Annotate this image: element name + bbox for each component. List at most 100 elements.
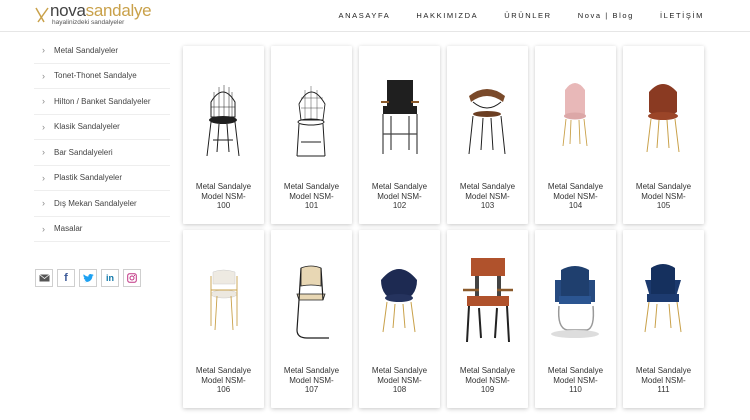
product-title[interactable]: Metal Sandalye Model NSM- 100 <box>183 182 264 211</box>
product-title-line: Metal Sandalye <box>459 366 516 375</box>
email-icon[interactable] <box>35 269 53 287</box>
chevron-right-icon: › <box>42 223 45 234</box>
product-title-line: Metal Sandalye <box>547 366 604 375</box>
product-image[interactable] <box>365 52 434 176</box>
product-card[interactable]: Metal Sandalye Model NSM- 111 <box>623 230 704 408</box>
product-title[interactable]: Metal Sandalye Model NSM- 107 <box>271 366 352 395</box>
sidebar-item-bar[interactable]: › Bar Sandalyeleri <box>34 140 170 166</box>
product-title[interactable]: Metal Sandalye Model NSM- 109 <box>447 366 528 395</box>
chevron-right-icon: › <box>42 70 45 81</box>
product-title[interactable]: Metal Sandalye Model NSM- 108 <box>359 366 440 395</box>
twitter-icon[interactable] <box>79 269 97 287</box>
product-title[interactable]: Metal Sandalye Model NSM- 110 <box>535 366 616 395</box>
chevron-right-icon: › <box>42 172 45 183</box>
product-title[interactable]: Metal Sandalye Model NSM- 102 <box>359 182 440 211</box>
product-card[interactable]: Metal Sandalye Model NSM- 106 <box>183 230 264 408</box>
sidebar-item-label: Masalar <box>54 224 83 234</box>
linkedin-icon[interactable]: in <box>101 269 119 287</box>
sidebar-item-tonet[interactable]: › Tonet-Thonet Sandalye <box>34 64 170 89</box>
product-image[interactable] <box>629 52 698 176</box>
product-image[interactable] <box>453 52 522 176</box>
product-title-line: Metal Sandalye <box>635 366 692 375</box>
nav-products[interactable]: ÜRÜNLER <box>504 11 551 20</box>
product-card[interactable]: Metal Sandalye Model NSM- 103 <box>447 46 528 224</box>
product-title-line: Model NSM- <box>641 191 686 201</box>
product-title-line: 110 <box>569 385 582 394</box>
product-card[interactable]: Metal Sandalye Model NSM- 102 <box>359 46 440 224</box>
product-title-line: 100 <box>216 201 231 210</box>
product-title-line: 102 <box>392 201 407 210</box>
product-title-line: Model NSM- <box>289 375 334 385</box>
product-title-line: Model NSM- <box>465 191 510 201</box>
product-title-line: 105 <box>656 201 671 210</box>
product-image[interactable] <box>277 52 346 176</box>
sidebar-item-label: Plastik Sandalyeler <box>54 173 123 183</box>
product-title-line: Metal Sandalye <box>459 182 516 191</box>
product-title-line: Metal Sandalye <box>371 366 428 375</box>
product-title-line: 106 <box>216 385 231 394</box>
product-image[interactable] <box>453 236 522 360</box>
brand-logo[interactable]: novasandalye hayalinizdeki sandalyeler <box>34 2 154 28</box>
sidebar-item-label: Hilton / Banket Sandalyeler <box>54 96 151 106</box>
brand-tagline: hayalinizdeki sandalyeler <box>52 19 125 26</box>
product-image[interactable] <box>189 236 258 360</box>
product-title-line: Model NSM- <box>201 375 246 385</box>
sidebar-item-masalar[interactable]: › Masalar <box>34 217 170 242</box>
nav-contact[interactable]: İLETİŞİM <box>660 11 704 20</box>
sidebar-item-klasik[interactable]: › Klasik Sandalyeler <box>34 115 170 140</box>
product-card[interactable]: Metal Sandalye Model NSM- 101 <box>271 46 352 224</box>
chevron-right-icon: › <box>42 198 45 209</box>
chevron-right-icon: › <box>42 45 45 56</box>
instagram-icon[interactable] <box>123 269 141 287</box>
product-card[interactable]: Metal Sandalye Model NSM- 104 <box>535 46 616 224</box>
nav-blog[interactable]: Nova | Blog <box>578 11 634 20</box>
product-image[interactable] <box>189 52 258 176</box>
site-header: novasandalye hayalinizdeki sandalyeler A… <box>0 0 750 32</box>
facebook-icon[interactable]: f <box>57 269 75 287</box>
product-image[interactable] <box>365 236 434 360</box>
product-card[interactable]: Metal Sandalye Model NSM- 110 <box>535 230 616 408</box>
social-links: f in <box>35 269 141 287</box>
nav-about[interactable]: HAKKIMIZDA <box>416 11 478 20</box>
product-image[interactable] <box>541 236 610 360</box>
product-image[interactable] <box>541 52 610 176</box>
category-sidebar: › Metal Sandalyeler › Tonet-Thonet Sandaly… <box>34 38 170 242</box>
product-title-line: Model NSM- <box>289 191 334 201</box>
product-title[interactable]: Metal Sandalye Model NSM- 104 <box>535 182 616 211</box>
product-title[interactable]: Metal Sandalye Model NSM- 106 <box>183 366 264 395</box>
product-card[interactable]: Metal Sandalye Model NSM- 100 <box>183 46 264 224</box>
product-title-line: Metal Sandalye <box>283 182 340 191</box>
product-title-line: 101 <box>304 201 319 210</box>
chevron-right-icon: › <box>42 96 45 107</box>
product-title-line: Model NSM- <box>553 191 598 201</box>
product-title-line: Metal Sandalye <box>195 366 252 375</box>
product-title-line: Metal Sandalye <box>195 182 252 191</box>
sidebar-item-plastik[interactable]: › Plastik Sandalyeler <box>34 166 170 191</box>
sidebar-item-hilton[interactable]: › Hilton / Banket Sandalyeler <box>34 89 170 115</box>
product-title-line: Metal Sandalye <box>635 182 692 191</box>
product-title[interactable]: Metal Sandalye Model NSM- 111 <box>623 366 704 395</box>
sidebar-item-dis-mekan[interactable]: › Dış Mekan Sandalyeler <box>34 191 170 217</box>
product-card[interactable]: Metal Sandalye Model NSM- 109 <box>447 230 528 408</box>
product-card[interactable]: Metal Sandalye Model NSM- 107 <box>271 230 352 408</box>
product-title-line: Model NSM- <box>201 191 246 201</box>
product-title-line: 108 <box>392 385 407 394</box>
sidebar-item-label: Klasik Sandalyeler <box>54 122 120 132</box>
product-title[interactable]: Metal Sandalye Model NSM- 105 <box>623 182 704 211</box>
product-title-line: Model NSM- <box>641 375 686 385</box>
product-card[interactable]: Metal Sandalye Model NSM- 105 <box>623 46 704 224</box>
nav-home[interactable]: ANASAYFA <box>339 11 391 20</box>
sidebar-item-label: Tonet-Thonet Sandalye <box>54 71 137 81</box>
product-title-line: Model NSM- <box>377 191 422 201</box>
main-nav: ANASAYFA HAKKIMIZDA ÜRÜNLER Nova | Blog … <box>313 11 704 20</box>
product-image[interactable] <box>629 236 698 360</box>
product-title[interactable]: Metal Sandalye Model NSM- 103 <box>447 182 528 211</box>
product-card[interactable]: Metal Sandalye Model NSM- 108 <box>359 230 440 408</box>
product-title[interactable]: Metal Sandalye Model NSM- 101 <box>271 182 352 211</box>
product-title-line: Model NSM- <box>465 375 510 385</box>
product-title-line: 109 <box>480 385 495 394</box>
sidebar-item-metal[interactable]: › Metal Sandalyeler <box>34 38 170 64</box>
product-image[interactable] <box>277 236 346 360</box>
chevron-right-icon: › <box>42 147 45 158</box>
product-title-line: 104 <box>568 201 583 210</box>
